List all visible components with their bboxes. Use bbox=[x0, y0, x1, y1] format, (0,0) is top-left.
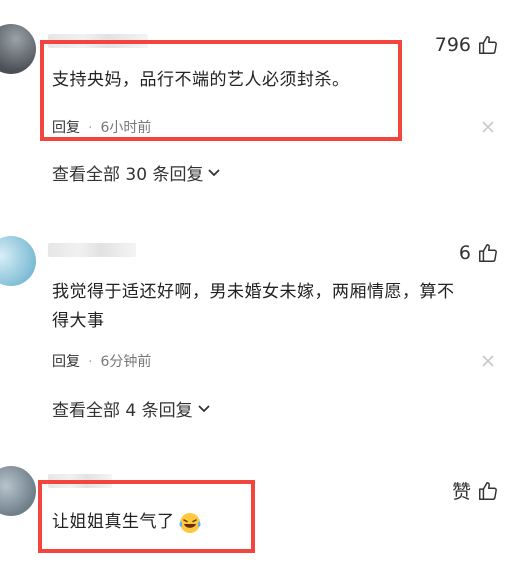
like-button[interactable]: 796 bbox=[435, 34, 499, 56]
highlight-box bbox=[38, 480, 255, 553]
expand-replies-label: 查看全部 30 条回复 bbox=[52, 165, 204, 185]
thumbs-up-icon bbox=[479, 36, 497, 54]
thumbs-up-icon bbox=[479, 481, 497, 500]
like-count: 796 bbox=[434, 34, 471, 56]
expand-replies-button[interactable]: 查看全部 4 条回复 bbox=[52, 396, 211, 421]
like-button[interactable]: 6 bbox=[459, 242, 499, 264]
expand-replies-label: 查看全部 4 条回复 bbox=[52, 401, 193, 421]
username-blurred[interactable] bbox=[48, 243, 136, 257]
chevron-down-icon bbox=[197, 404, 210, 412]
thumbs-up-icon bbox=[479, 244, 497, 262]
like-label: 赞 bbox=[451, 481, 471, 503]
reply-button[interactable]: 回复 bbox=[52, 354, 80, 370]
like-count: 6 bbox=[458, 242, 471, 264]
comment-text-line: 得大事 bbox=[52, 311, 105, 331]
comment-text-line: 我觉得于适还好啊，男未婚女未嫁，两厢情愿，算不 bbox=[52, 282, 455, 302]
avatar[interactable] bbox=[0, 236, 36, 286]
expand-replies-button[interactable]: 查看全部 30 条回复 bbox=[52, 160, 221, 185]
avatar[interactable] bbox=[0, 24, 36, 74]
timestamp: 6分钟前 bbox=[100, 354, 152, 370]
separator-dot: · bbox=[88, 354, 93, 370]
close-icon[interactable] bbox=[481, 354, 495, 368]
highlight-box bbox=[40, 40, 402, 141]
chevron-down-icon bbox=[208, 168, 221, 176]
like-button[interactable]: 赞 bbox=[452, 477, 499, 504]
close-icon[interactable] bbox=[481, 120, 495, 134]
avatar[interactable] bbox=[0, 466, 36, 516]
comment-meta: 回复 · 6分钟前 bbox=[52, 351, 151, 371]
